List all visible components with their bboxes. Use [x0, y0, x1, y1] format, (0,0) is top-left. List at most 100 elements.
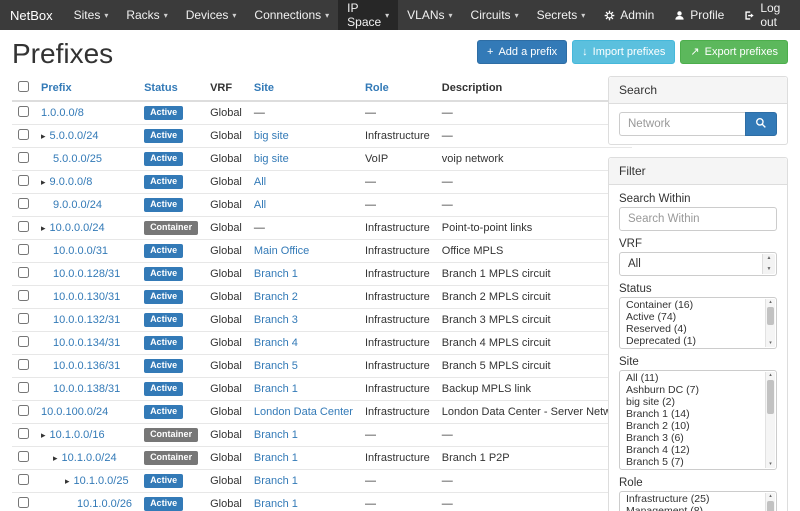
prefix-link[interactable]: 10.0.0.138/31 [53, 383, 120, 395]
search-within-input[interactable] [619, 207, 777, 231]
profile-menu-item[interactable]: Profile [664, 0, 734, 30]
site-listbox[interactable]: All (11)Ashburn DC (7)big site (2)Branch… [619, 370, 777, 470]
row-checkbox[interactable] [18, 221, 29, 232]
row-checkbox[interactable] [18, 129, 29, 140]
site-link[interactable]: All [254, 199, 266, 211]
row-checkbox[interactable] [18, 451, 29, 462]
add-prefix-button[interactable]: + Add a prefix [477, 40, 567, 64]
search-button[interactable] [745, 112, 777, 136]
prefix-link[interactable]: 5.0.0.0/25 [53, 153, 102, 165]
listbox-option[interactable]: Reserved (4) [621, 323, 764, 335]
listbox-option[interactable]: Ashburn DC (7) [621, 384, 764, 396]
prefix-link[interactable]: 10.0.0.130/31 [53, 291, 120, 303]
listbox-option[interactable]: Container (16) [621, 299, 764, 311]
prefix-link[interactable]: 10.0.0.0/24 [50, 222, 105, 234]
prefix-link[interactable]: 10.0.0.128/31 [53, 268, 120, 280]
site-link[interactable]: big site [254, 153, 289, 165]
admin-menu-item[interactable]: Admin [594, 0, 664, 30]
row-checkbox[interactable] [18, 175, 29, 186]
table-row: ▸10.1.0.0/16ContainerGlobalBranch 1—— [12, 424, 632, 447]
column-header-prefix[interactable]: Prefix [35, 76, 138, 101]
row-checkbox[interactable] [18, 290, 29, 301]
site-link[interactable]: Branch 3 [254, 314, 298, 326]
site-link[interactable]: Branch 1 [254, 383, 298, 395]
nav-item-sites[interactable]: Sites▾ [65, 0, 118, 30]
prefix-link[interactable]: 5.0.0.0/24 [50, 130, 99, 142]
row-checkbox[interactable] [18, 382, 29, 393]
scrollbar[interactable]: ▴▾ [765, 299, 775, 347]
listbox-option[interactable]: Infrastructure (25) [621, 493, 764, 505]
row-checkbox[interactable] [18, 474, 29, 485]
row-checkbox[interactable] [18, 428, 29, 439]
column-header-site[interactable]: Site [248, 76, 359, 101]
nav-item-vlans[interactable]: VLANs▾ [398, 0, 461, 30]
prefix-link[interactable]: 9.0.0.0/8 [50, 176, 93, 188]
role-listbox[interactable]: Infrastructure (25)Management (8)Private… [619, 491, 777, 511]
listbox-option[interactable]: Management (8) [621, 505, 764, 511]
vrf-select[interactable]: All ▲▼ [619, 252, 777, 276]
row-checkbox[interactable] [18, 497, 29, 508]
brand-logo[interactable]: NetBox [0, 0, 65, 30]
chevron-down-icon: ▾ [515, 11, 519, 20]
nav-item-racks[interactable]: Racks▾ [117, 0, 176, 30]
prefix-link[interactable]: 10.1.0.0/16 [50, 429, 105, 441]
site-link[interactable]: Branch 1 [254, 475, 298, 487]
listbox-option[interactable]: Branch 2 (10) [621, 420, 764, 432]
select-all-checkbox[interactable] [18, 81, 29, 92]
site-link[interactable]: All [254, 176, 266, 188]
prefix-link[interactable]: 1.0.0.0/8 [41, 107, 84, 119]
row-checkbox[interactable] [18, 405, 29, 416]
logout-menu-item[interactable]: Log out [734, 0, 800, 30]
listbox-option[interactable]: All (11) [621, 372, 764, 384]
site-link[interactable]: Branch 4 [254, 337, 298, 349]
scrollbar[interactable]: ▴▾ [765, 372, 775, 468]
search-input[interactable] [619, 112, 745, 136]
nav-item-connections[interactable]: Connections▾ [245, 0, 338, 30]
row-checkbox[interactable] [18, 198, 29, 209]
site-link[interactable]: big site [254, 130, 289, 142]
site-link[interactable]: Branch 1 [254, 268, 298, 280]
prefix-link[interactable]: 10.0.0.0/31 [53, 245, 108, 257]
site-link[interactable]: Branch 1 [254, 498, 298, 510]
listbox-option[interactable]: Branch 3 (6) [621, 432, 764, 444]
row-checkbox[interactable] [18, 359, 29, 370]
nav-item-devices[interactable]: Devices▾ [177, 0, 246, 30]
scrollbar[interactable]: ▴▾ [765, 493, 775, 511]
site-link[interactable]: London Data Center [254, 406, 353, 418]
column-header-status[interactable]: Status [138, 76, 204, 101]
nav-item-ip-space[interactable]: IP Space▾ [338, 0, 398, 30]
export-prefixes-button[interactable]: ↗ Export prefixes [680, 40, 788, 64]
prefix-link[interactable]: 10.0.0.134/31 [53, 337, 120, 349]
prefix-link[interactable]: 10.1.0.0/26 [77, 498, 132, 510]
site-link[interactable]: Branch 1 [254, 429, 298, 441]
site-cell: — [248, 217, 359, 240]
prefix-link[interactable]: 9.0.0.0/24 [53, 199, 102, 211]
listbox-option[interactable]: big site (2) [621, 396, 764, 408]
listbox-option[interactable]: Branch 4 (12) [621, 444, 764, 456]
row-checkbox[interactable] [18, 267, 29, 278]
prefix-link[interactable]: 10.0.100.0/24 [41, 406, 108, 418]
listbox-option[interactable]: COL0-1-24 (4) [621, 468, 764, 470]
listbox-option[interactable]: Deprecated (1) [621, 335, 764, 347]
status-listbox[interactable]: Container (16)Active (74)Reserved (4)Dep… [619, 297, 777, 349]
site-link[interactable]: Branch 2 [254, 291, 298, 303]
listbox-option[interactable]: Branch 5 (7) [621, 456, 764, 468]
row-checkbox[interactable] [18, 244, 29, 255]
prefix-link[interactable]: 10.1.0.0/24 [62, 452, 117, 464]
row-checkbox[interactable] [18, 152, 29, 163]
listbox-option[interactable]: Active (74) [621, 311, 764, 323]
import-prefixes-button[interactable]: ↓ Import prefixes [572, 40, 675, 64]
site-link[interactable]: Main Office [254, 245, 309, 257]
site-link[interactable]: Branch 5 [254, 360, 298, 372]
nav-item-secrets[interactable]: Secrets▾ [528, 0, 595, 30]
nav-item-circuits[interactable]: Circuits▾ [462, 0, 528, 30]
prefix-link[interactable]: 10.0.0.136/31 [53, 360, 120, 372]
listbox-option[interactable]: Branch 1 (14) [621, 408, 764, 420]
row-checkbox[interactable] [18, 313, 29, 324]
prefix-link[interactable]: 10.1.0.0/25 [74, 475, 129, 487]
site-link[interactable]: Branch 1 [254, 452, 298, 464]
row-checkbox[interactable] [18, 106, 29, 117]
column-header-role[interactable]: Role [359, 76, 436, 101]
row-checkbox[interactable] [18, 336, 29, 347]
prefix-link[interactable]: 10.0.0.132/31 [53, 314, 120, 326]
